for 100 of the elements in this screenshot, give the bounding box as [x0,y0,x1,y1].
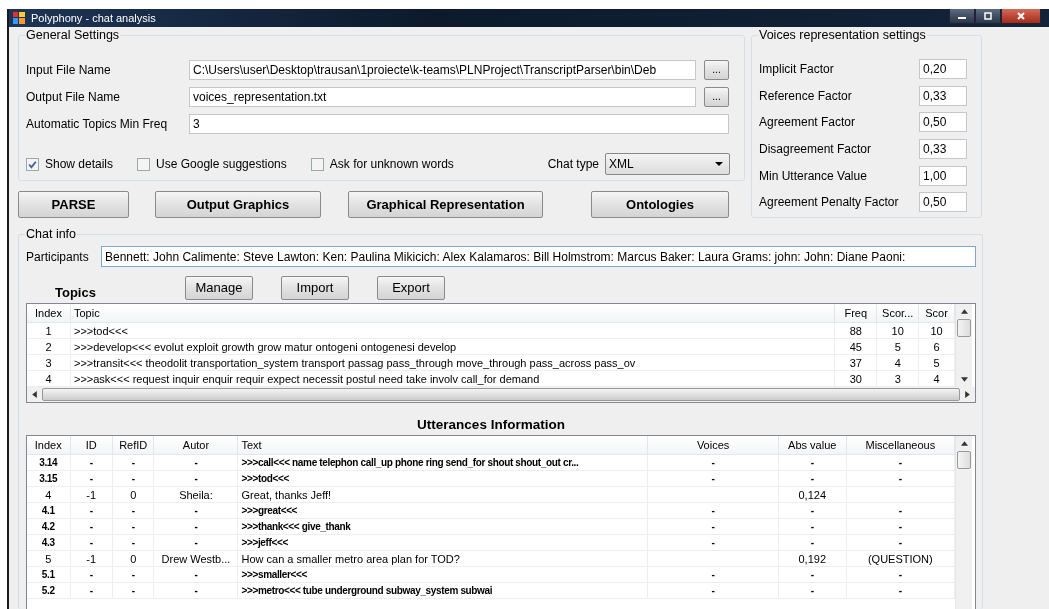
column-header[interactable]: Voices [647,436,779,455]
table-cell: - [70,518,113,535]
text-field[interactable]: voices_representation.txt [189,86,696,107]
number-field[interactable]: 1,00 [919,165,967,186]
table-cell: - [846,502,955,519]
table-cell: - [846,582,955,599]
number-field[interactable]: 0,20 [919,59,967,80]
checkbox[interactable]: Show details [26,157,114,171]
table-cell: >>>transit<<< theodolit transportation_system transport passag pass_through move_through pass_across pass_ov [70,354,835,371]
table-cell: - [778,582,847,599]
table-cell: >>>develop<<< evolut exploit growth grow matur ontogeni ontogenesi develop [70,338,835,355]
section-title: Utterances Information [417,417,565,432]
table-cell: - [778,518,847,535]
checkbox[interactable]: Ask for unknown words [310,157,454,171]
table-cell: Great, thanks Jeff! [237,486,648,503]
table-cell: - [778,470,847,487]
table-cell: >>>ask<<< request inquir enquir requir expect necessit postul need take involv call_for demand [70,370,835,387]
table-cell: - [154,502,238,519]
number-field[interactable]: 0,33 [919,85,967,106]
table-cell: - [154,534,238,551]
table-cell: >>>jeff<<< [237,534,648,551]
column-header[interactable]: Miscellaneous [846,436,955,455]
field-label: Output File Name [26,89,122,104]
table-cell: 3 [27,354,71,371]
browse-button[interactable]: ... [704,59,729,80]
group-title: Voices representation settings [758,28,927,42]
table-cell: - [154,454,238,471]
checkbox[interactable]: Use Google suggestions [137,157,287,171]
table-cell: -1 [70,550,113,567]
action-button[interactable]: Ontologies [591,191,729,218]
table-cell: 3.15 [27,470,70,487]
column-header[interactable]: Index [27,304,71,323]
column-header[interactable]: Scor [918,304,955,323]
table-cell: (QUESTION) [846,550,955,567]
table-cell: - [647,502,779,519]
table-cell: 3 [876,370,919,387]
group-title: General Settings [25,28,121,42]
text-field[interactable]: 3 [189,113,729,134]
column-header[interactable]: Abs value [778,436,847,455]
table-cell: - [70,534,113,551]
table-cell: - [112,566,154,583]
section-title: Topics [54,285,97,300]
number-field[interactable]: 0,50 [919,192,967,213]
window-title: Polyphony - chat analysis [31,12,156,24]
participants-field[interactable]: Bennett: John Calimente: Steve Lawton: Ken: Paulina Mikicich: Alex Kalamaros: Bill Holmstrom: Marcus Baker: Laura Grams: john: John: Diane Paoni: [101,246,976,267]
table-cell: 1 [27,322,71,339]
table-cell: - [778,534,847,551]
table-cell: 0,124 [778,486,847,503]
table-cell: 2 [27,338,71,355]
column-header[interactable]: ID [70,436,113,455]
toolbar-button[interactable]: Import [281,275,349,300]
column-header[interactable]: Scor... [876,304,919,323]
text-field[interactable]: C:\Users\user\Desktop\trausan\1proiecte\k-teams\PLNProject\TranscriptParser\bin\Deb [189,59,696,80]
field-label: Reference Factor [759,88,852,103]
number-field[interactable]: 0,50 [919,112,967,133]
table-cell: - [846,534,955,551]
table-cell: - [154,582,238,599]
table-cell: 10 [918,322,955,339]
table-cell: >>>smaller<<< [237,566,648,583]
table-cell: 5 [876,338,919,355]
table-cell: >>>great<<< [237,502,648,519]
column-header[interactable]: Text [237,436,648,455]
table-cell: - [154,566,238,583]
table-cell: - [112,582,154,599]
table-cell: 4 [918,370,955,387]
table-cell: 30 [834,370,877,387]
table-cell: - [112,534,154,551]
table-cell: >>>thank<<< give_thank [237,518,648,535]
chat-type-dropdown[interactable]: XML [605,153,730,175]
column-header[interactable]: Autor [154,436,238,455]
table-cell: 88 [834,322,877,339]
column-header[interactable]: Freq [834,304,877,323]
table-cell: 0 [112,486,154,503]
field-label: Disagreement Factor [759,142,872,157]
table-cell: >>>tod<<< [70,322,835,339]
column-header[interactable]: Index [27,436,70,455]
toolbar-button[interactable]: Export [377,275,445,300]
toolbar-button[interactable]: Manage [185,275,253,300]
table-cell: - [154,470,238,487]
table-cell: 4.2 [27,518,70,535]
table-cell: - [647,534,779,551]
table-cell: - [778,566,847,583]
action-button[interactable]: Output Graphics [155,191,321,218]
column-header[interactable]: Topic [70,304,835,323]
table-cell: 4 [27,486,70,503]
table-cell: - [70,582,113,599]
action-button[interactable]: PARSE [18,191,129,218]
table-cell: - [846,566,955,583]
table-cell: >>>tod<<< [237,470,648,487]
browse-button[interactable]: ... [704,86,729,107]
table-cell: 5.1 [27,566,70,583]
action-button[interactable]: Graphical Representation [348,191,543,218]
field-label: Input File Name [26,62,112,77]
table-cell: - [112,502,154,519]
table-cell: - [70,454,113,471]
column-header[interactable]: RefID [112,436,154,455]
table-cell: - [647,582,779,599]
table-cell: - [112,470,154,487]
number-field[interactable]: 0,33 [919,139,967,160]
table-cell: - [647,518,779,535]
